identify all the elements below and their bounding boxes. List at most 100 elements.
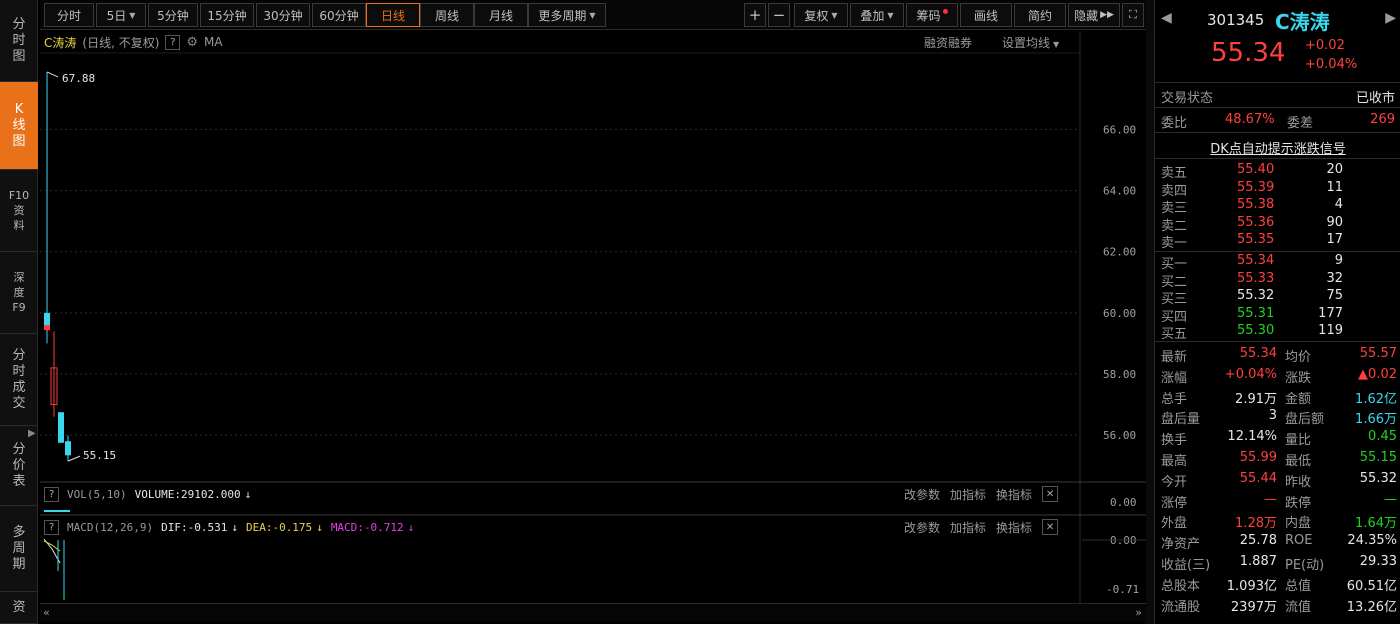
simple-mode-button[interactable]: 简约 <box>1014 3 1066 27</box>
stat-label: 跌停 <box>1285 495 1312 511</box>
sell-vol: 90 <box>1326 214 1343 230</box>
nav-item-depth[interactable]: 深度 F9 <box>0 252 38 334</box>
macd-switch-indicator-button[interactable]: 换指标 <box>996 519 1032 536</box>
period-tab-5min[interactable]: 5分钟 <box>148 3 198 27</box>
stat-value: 13.26亿 <box>1346 599 1397 615</box>
stat-label: PE(动) <box>1285 558 1325 573</box>
signal-link-row: DK点自动提示涨跌信号 <box>1155 136 1400 157</box>
period-tab-5day[interactable]: 5日 ▼ <box>96 3 146 27</box>
chart-scrollbar[interactable]: « » <box>40 603 1146 623</box>
stat-row: 涨幅 +0.04% 涨跌 ▲0.02 <box>1155 365 1400 386</box>
stat-row: 换手 12.14% 量比 0.45 <box>1155 427 1400 448</box>
fullscreen-button[interactable]: ⛶ <box>1122 3 1144 27</box>
high-annotation-line <box>46 71 59 78</box>
vol-close-icon[interactable]: ✕ <box>1042 486 1059 502</box>
nav-item-char: 分 <box>12 347 26 363</box>
buy-level-row: 买一 55.34 9 <box>1155 253 1400 272</box>
buy-level-row: 买三 55.32 75 <box>1155 288 1400 307</box>
stock-code: 301345 <box>1207 11 1265 29</box>
period-tab-monthly[interactable]: 月线 <box>474 3 528 27</box>
nav-item-tick-trades[interactable]: 分时成交 <box>0 334 38 426</box>
stat-label: 涨停 <box>1161 495 1188 511</box>
adjust-dropdown[interactable]: 复权 ▼ <box>794 3 848 27</box>
high-price-label: 67.88 <box>62 72 95 85</box>
vol-add-indicator-button[interactable]: 加指标 <box>950 486 986 503</box>
stat-label: 外盘 <box>1161 516 1188 532</box>
prev-stock-arrow-icon[interactable]: ◀ <box>1161 10 1172 26</box>
price-axis-label: 60.00 <box>1103 307 1136 320</box>
stat-row: 盘后量 3 盘后额 1.66万 <box>1155 406 1400 427</box>
hide-button[interactable]: 隐藏 ▶▶ <box>1068 3 1120 27</box>
vol-help-icon[interactable]: ? <box>44 486 59 502</box>
scroll-left-icon[interactable]: « <box>43 606 50 619</box>
buy-vol: 75 <box>1326 288 1343 303</box>
nav-item-char: 深 <box>13 271 25 284</box>
buy-level-row: 买五 55.30 119 <box>1155 323 1400 342</box>
chips-label: 筹码 <box>916 8 941 23</box>
stat-label: 流值 <box>1285 599 1312 615</box>
low-price-label: 55.15 <box>83 449 116 462</box>
vol-axis-label: 0.00 <box>1110 496 1137 509</box>
period-label: 30分钟 <box>263 8 303 23</box>
vol-switch-indicator-button[interactable]: 换指标 <box>996 486 1032 503</box>
caret-down-icon: ▼ <box>831 10 838 20</box>
stat-value: 1.28万 <box>1235 516 1277 532</box>
price-axis-label: 64.00 <box>1103 185 1136 198</box>
nav-item-char: F9 <box>12 301 26 314</box>
stat-label: 今开 <box>1161 474 1188 490</box>
stat-label: 涨幅 <box>1161 370 1188 386</box>
nav-item-funds[interactable]: 资 <box>0 592 38 624</box>
stat-value: 2.91万 <box>1235 391 1277 407</box>
nav-item-multi-period[interactable]: 多周期 <box>0 506 38 592</box>
period-label: 5分钟 <box>157 8 189 23</box>
stat-value: — <box>1384 491 1397 507</box>
expand-panel-icon[interactable]: ▶ <box>28 428 38 446</box>
period-tab-fenshi[interactable]: 分时 <box>44 3 94 27</box>
sell-label: 卖二 <box>1161 218 1188 234</box>
macd-dif-value: DIF:-0.531 <box>161 520 228 534</box>
period-tab-15min[interactable]: 15分钟 <box>200 3 254 27</box>
stat-value: 1.887 <box>1239 554 1277 569</box>
nav-item-f10[interactable]: F10 资料 <box>0 170 38 252</box>
period-tab-weekly[interactable]: 周线 <box>420 3 474 27</box>
nav-item-char: 表 <box>12 473 26 489</box>
macd-macd-value: MACD:-0.712 <box>330 520 404 534</box>
period-tab-more[interactable]: 更多周期 ▼ <box>528 3 606 27</box>
panel-splitter[interactable] <box>1146 0 1154 624</box>
low-annotation-line <box>67 455 81 462</box>
next-stock-arrow-icon[interactable]: ▶ <box>1385 10 1396 26</box>
scroll-right-icon[interactable]: » <box>1135 606 1142 619</box>
buy-vol: 9 <box>1334 253 1343 268</box>
stat-value: 1.093亿 <box>1226 578 1277 594</box>
stat-row: 收益(三) 1.887 PE(动) 29.33 <box>1155 552 1400 573</box>
macd-dea-value: DEA:-0.175 <box>245 520 313 534</box>
nav-item-kline[interactable]: K线图 <box>0 82 38 170</box>
nav-item-fenshi[interactable]: 分时图 <box>0 0 38 82</box>
nav-item-char: 资 <box>13 204 25 217</box>
price-axis-label: 56.00 <box>1103 429 1136 442</box>
stat-row: 流通股 2397万 流值 13.26亿 <box>1155 594 1400 615</box>
caret-down-icon: ▼ <box>129 10 136 20</box>
zoom-in-button[interactable]: + <box>744 3 766 27</box>
signal-link[interactable]: DK点自动提示涨跌信号 <box>1155 138 1400 157</box>
stat-label: 收益(三) <box>1161 558 1211 573</box>
macd-add-indicator-button[interactable]: 加指标 <box>950 519 986 536</box>
zoom-out-button[interactable]: − <box>768 3 790 27</box>
macd-close-icon[interactable]: ✕ <box>1042 519 1059 535</box>
candle-body <box>65 441 71 456</box>
overlay-dropdown[interactable]: 叠加 ▼ <box>850 3 904 27</box>
macd-help-icon[interactable]: ? <box>44 519 59 535</box>
nav-item-char: 资 <box>12 599 26 615</box>
period-tab-daily[interactable]: 日线 <box>366 3 420 27</box>
stat-label: 盘后额 <box>1285 412 1325 428</box>
period-tab-60min[interactable]: 60分钟 <box>312 3 366 27</box>
chips-button[interactable]: 筹码 <box>906 3 958 27</box>
draw-line-button[interactable]: 画线 <box>960 3 1012 27</box>
period-label: 日线 <box>380 8 405 23</box>
down-arrow-icon: ↓ <box>316 520 323 534</box>
vol-edit-params-button[interactable]: 改参数 <box>904 486 940 503</box>
stat-value: 2397万 <box>1230 599 1277 615</box>
price-axis-label: 58.00 <box>1103 368 1136 381</box>
macd-edit-params-button[interactable]: 改参数 <box>904 519 940 536</box>
period-tab-30min[interactable]: 30分钟 <box>256 3 310 27</box>
